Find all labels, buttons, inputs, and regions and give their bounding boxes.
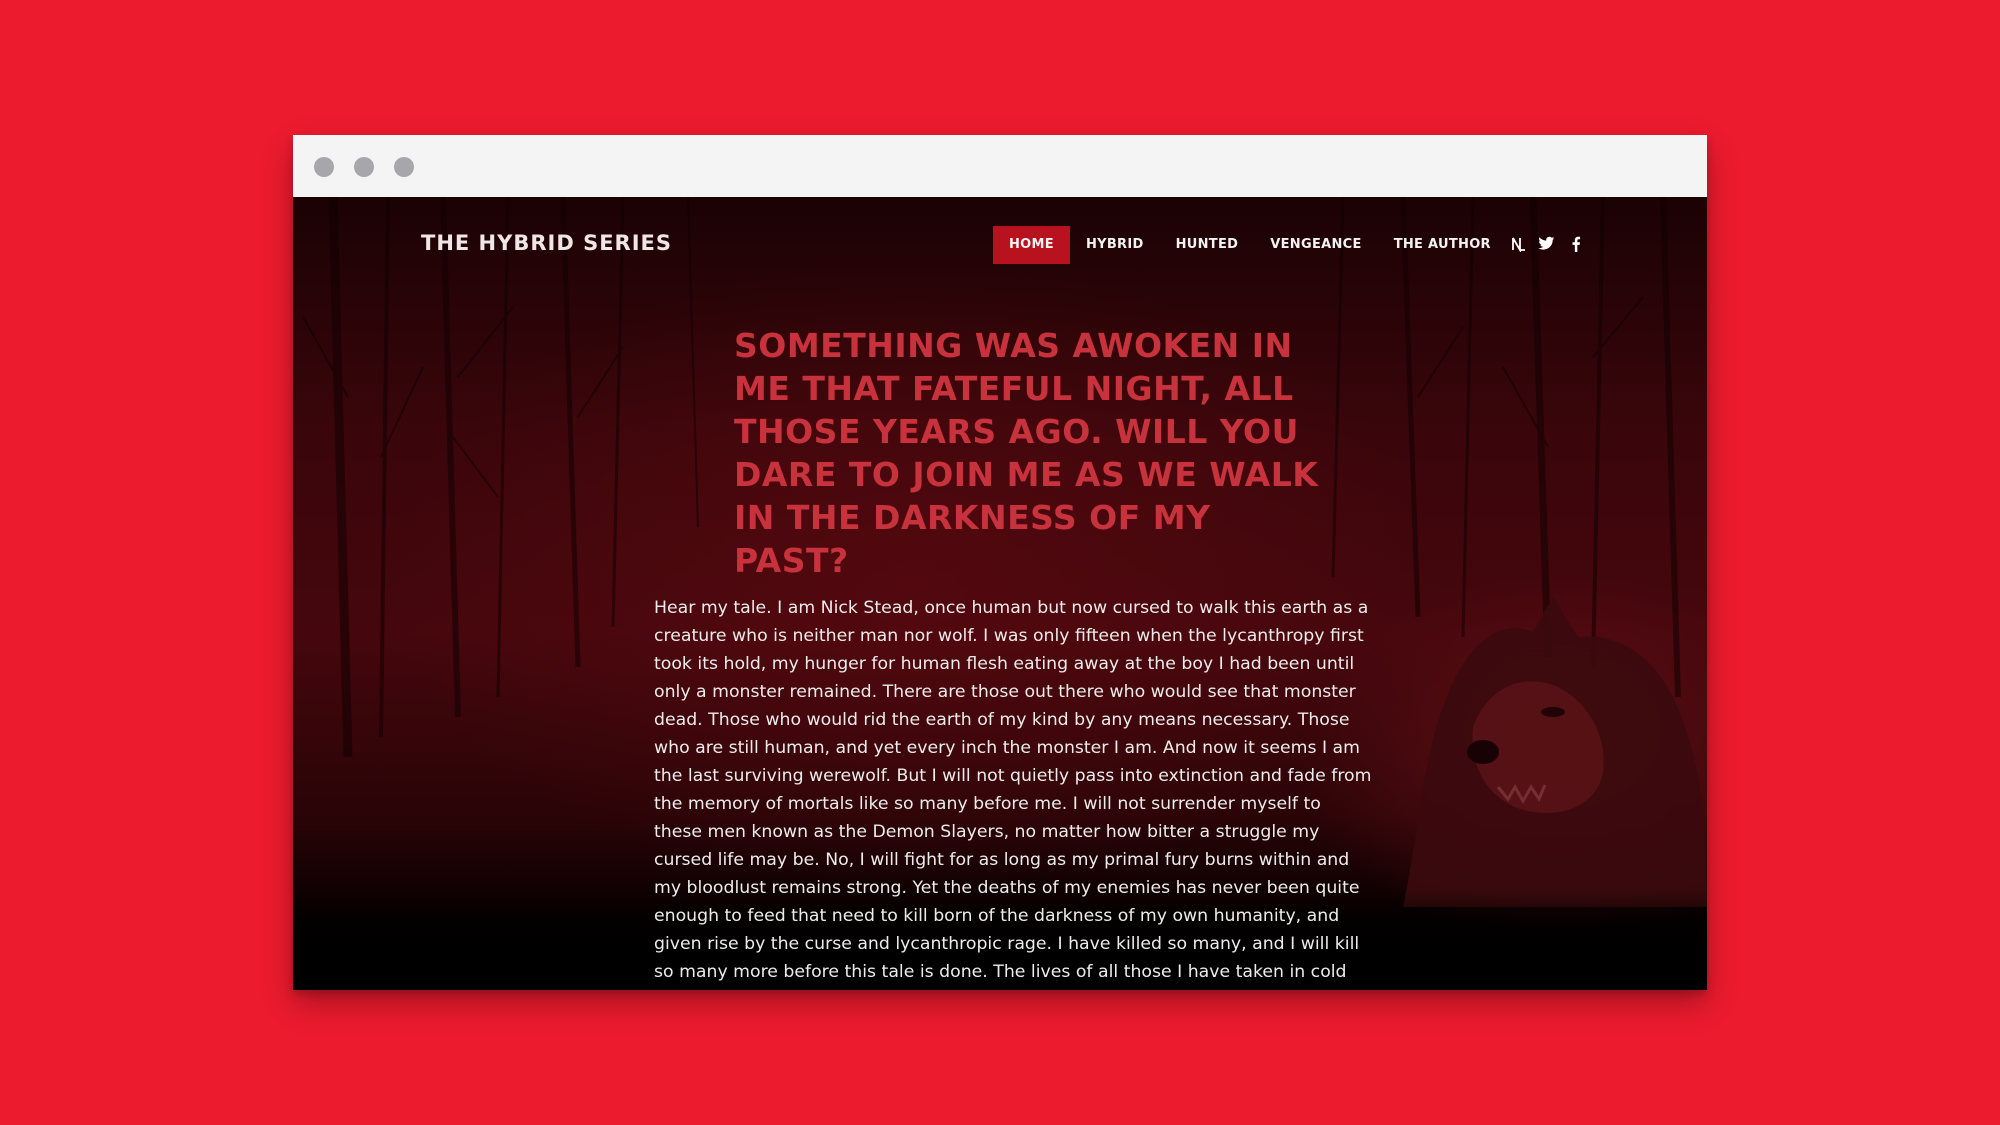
wolf-image bbox=[1403, 597, 1707, 907]
social-links bbox=[1509, 235, 1584, 252]
site-logo-title[interactable]: THE HYBRID SERIES bbox=[421, 231, 672, 255]
window-maximize-button[interactable] bbox=[394, 157, 414, 177]
nav-item-hybrid[interactable]: HYBRID bbox=[1070, 226, 1160, 264]
hero-body-text: Hear my tale. I am Nick Stead, once huma… bbox=[654, 598, 1372, 982]
nav-item-hunted[interactable]: HUNTED bbox=[1160, 226, 1255, 264]
twitter-icon[interactable] bbox=[1538, 235, 1555, 252]
window-close-button[interactable] bbox=[314, 157, 334, 177]
hero-headline: SOMETHING WAS AWOKEN IN ME THAT FATEFUL … bbox=[734, 326, 1319, 580]
main-navigation: HOME HYBRID HUNTED VENGEANCE THE AUTHOR bbox=[993, 226, 1507, 264]
nav-item-home[interactable]: HOME bbox=[993, 226, 1070, 264]
browser-window: THE HYBRID SERIES HOME HYBRID HUNTED VEN… bbox=[293, 135, 1707, 990]
facebook-icon[interactable] bbox=[1567, 235, 1584, 252]
window-minimize-button[interactable] bbox=[354, 157, 374, 177]
goodreads-icon[interactable] bbox=[1509, 235, 1526, 252]
web-page: THE HYBRID SERIES HOME HYBRID HUNTED VEN… bbox=[293, 197, 1707, 990]
nav-item-vengeance[interactable]: VENGEANCE bbox=[1254, 226, 1377, 264]
browser-title-bar bbox=[293, 135, 1707, 197]
nav-item-the-author[interactable]: THE AUTHOR bbox=[1378, 226, 1507, 264]
